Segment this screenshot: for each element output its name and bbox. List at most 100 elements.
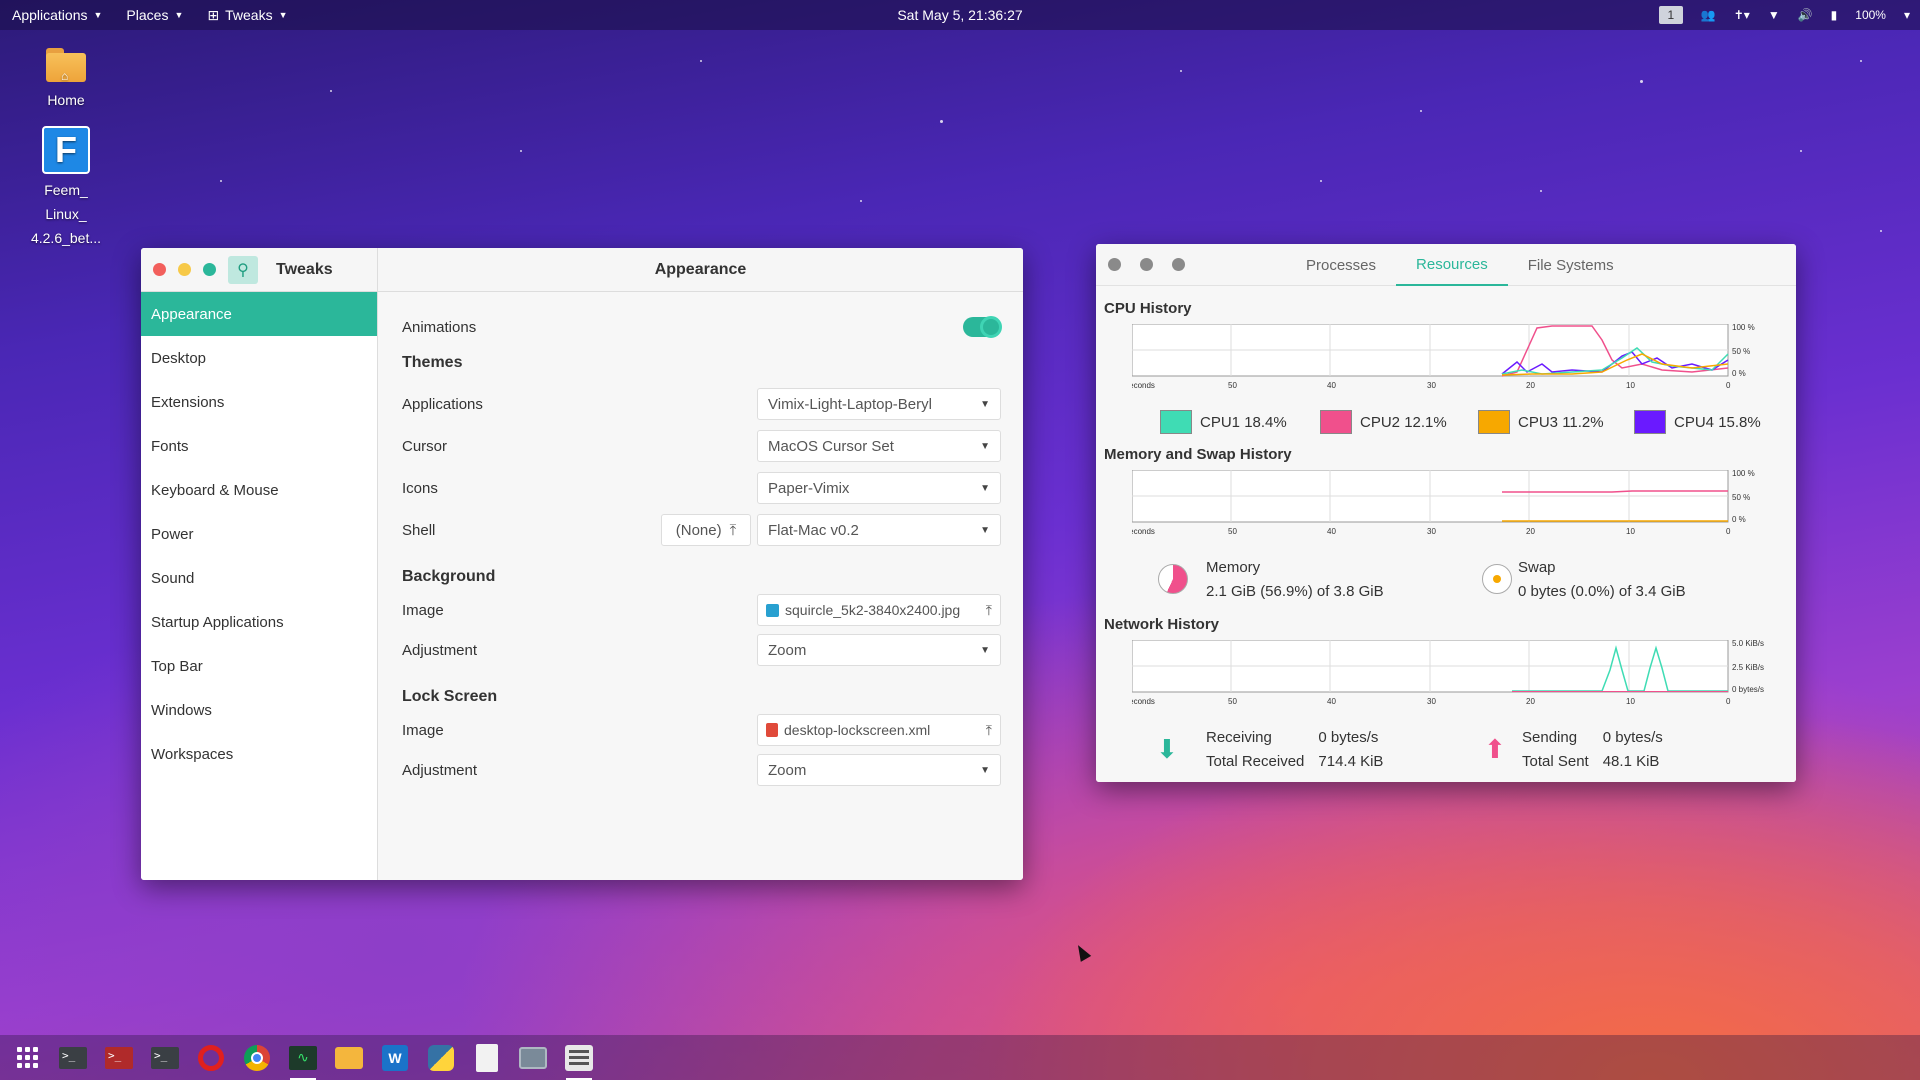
sidebar-item-fonts[interactable]: Fonts [141, 424, 377, 468]
cpu4-legend[interactable]: CPU4 15.8% [1634, 410, 1761, 434]
x-tick-label: 50 [1228, 381, 1237, 390]
maximize-button[interactable] [203, 263, 216, 276]
user-switch-icon[interactable]: 👥 [1701, 8, 1716, 22]
x-tick-label: 50 [1228, 527, 1237, 536]
files-icon[interactable] [332, 1041, 366, 1075]
x-tick-label: 30 [1427, 527, 1436, 536]
close-button[interactable] [1108, 258, 1121, 271]
sidebar-item-startup-applications[interactable]: Startup Applications [141, 600, 377, 644]
search-button[interactable]: ⚲ [228, 255, 258, 284]
applications-menu[interactable]: Applications ▼ [0, 0, 114, 30]
terminal-icon[interactable]: >_ [56, 1041, 90, 1075]
y-tick-label: 0 bytes/s [1732, 685, 1764, 694]
search-icon: ⚲ [237, 261, 249, 279]
minimize-button[interactable] [1140, 258, 1153, 271]
sidebar-item-power[interactable]: Power [141, 512, 377, 556]
shell-file-button[interactable]: (None) ⤒ [661, 514, 751, 546]
total-sent-label: Total Sent [1522, 753, 1589, 770]
memory-history-graph: 100 % 50 % 0 % 60 seconds 50 40 30 20 10… [1132, 470, 1755, 536]
sidebar-item-workspaces[interactable]: Workspaces [141, 732, 377, 776]
animations-toggle[interactable] [963, 316, 1002, 338]
shell-theme-dropdown[interactable]: Flat-Mac v0.2 ▼ [757, 514, 1001, 546]
applications-theme-label: Applications [402, 395, 483, 413]
tab-processes[interactable]: Processes [1286, 244, 1396, 286]
cpu3-color-swatch[interactable] [1478, 410, 1510, 434]
tweaks-content: Animations Themes Applications Vimix-Lig… [378, 292, 1023, 880]
tweaks-icon[interactable] [562, 1041, 596, 1080]
memory-pie-icon[interactable] [1158, 564, 1188, 594]
app-title: Tweaks [276, 260, 333, 278]
battery-icon[interactable]: ▮ [1831, 8, 1838, 22]
receiving-label: Receiving [1206, 729, 1272, 746]
cpu2-legend[interactable]: CPU2 12.1% [1320, 410, 1447, 434]
y-tick-label: 50 % [1732, 493, 1750, 502]
sidebar-item-appearance[interactable]: Appearance [141, 292, 377, 336]
cpu2-label: CPU2 [1360, 413, 1401, 431]
sidebar-item-sound[interactable]: Sound [141, 556, 377, 600]
workspace-indicator[interactable]: 1 [1658, 6, 1683, 24]
text-editor-icon[interactable] [470, 1041, 504, 1075]
dropdown-value: Zoom [768, 761, 807, 779]
sysmon-titlebar[interactable]: Processes Resources File Systems [1096, 244, 1796, 286]
tab-file-systems[interactable]: File Systems [1508, 244, 1634, 286]
screenshot-icon[interactable] [516, 1041, 550, 1075]
app-menu[interactable]: ⊞ Tweaks ▼ [195, 0, 299, 30]
network-history-title: Network History [1104, 616, 1220, 633]
swap-label: Swap [1518, 559, 1556, 576]
sidebar-item-windows[interactable]: Windows [141, 688, 377, 732]
x-tick-label: 40 [1327, 697, 1336, 706]
places-menu[interactable]: Places ▼ [114, 0, 195, 30]
tab-resources[interactable]: Resources [1396, 244, 1508, 286]
cpu2-color-swatch[interactable] [1320, 410, 1352, 434]
system-menu-chevron-icon[interactable]: ▾ [1904, 8, 1910, 22]
sidebar-item-keyboard-mouse[interactable]: Keyboard & Mouse [141, 468, 377, 512]
background-adjustment-label: Adjustment [402, 641, 478, 659]
cpu3-legend[interactable]: CPU3 11.2% [1478, 410, 1604, 434]
page-title: Appearance [654, 260, 747, 278]
lock-image-button[interactable]: desktop-lockscreen.xml ⤒ [757, 714, 1001, 746]
icons-theme-dropdown[interactable]: Paper-Vimix ▼ [757, 472, 1001, 504]
swap-pie-icon[interactable] [1482, 564, 1512, 594]
wifi-icon[interactable]: ▼ [1768, 8, 1780, 22]
sidebar-item-desktop[interactable]: Desktop [141, 336, 377, 380]
tweaks-titlebar[interactable]: ⚲ Tweaks Appearance [141, 248, 1023, 292]
memory-value: 2.1 GiB (56.9%) of 3.8 GiB [1206, 583, 1384, 600]
lock-image-filename: desktop-lockscreen.xml [784, 722, 931, 738]
lock-adjustment-dropdown[interactable]: Zoom ▼ [757, 754, 1001, 786]
cpu4-color-swatch[interactable] [1634, 410, 1666, 434]
receiving-arrow-icon[interactable]: ⬇ [1156, 734, 1178, 764]
background-image-button[interactable]: squircle_5k2-3840x2400.jpg ⤒ [757, 594, 1001, 626]
close-button[interactable] [153, 263, 166, 276]
sidebar-item-extensions[interactable]: Extensions [141, 380, 377, 424]
accessibility-icon[interactable]: ✝▾ [1734, 8, 1750, 22]
x-tick-label: 0 [1726, 527, 1731, 536]
desktop-icon-feem[interactable]: F Feem_ Linux_ 4.2.6_bet... [16, 126, 116, 250]
volume-icon[interactable]: 🔊 [1798, 8, 1813, 22]
sidebar-item-top-bar[interactable]: Top Bar [141, 644, 377, 688]
applications-menu-label: Applications [12, 7, 88, 23]
maximize-button[interactable] [1172, 258, 1185, 271]
tweaks-app-icon: ⊞ [207, 6, 220, 23]
terminal-red-icon[interactable]: >_ [102, 1041, 136, 1075]
terminal-dark-icon[interactable]: >_ [148, 1041, 182, 1075]
opera-icon[interactable] [194, 1041, 228, 1075]
writer-icon[interactable]: W [378, 1041, 412, 1075]
background-image-filename: squircle_5k2-3840x2400.jpg [785, 602, 961, 618]
cursor-theme-dropdown[interactable]: MacOS Cursor Set ▼ [757, 430, 1001, 462]
x-tick-label: 10 [1626, 381, 1635, 390]
desktop-icon-home[interactable]: ⌂ Home [16, 48, 116, 112]
python-icon[interactable] [424, 1041, 458, 1075]
sending-arrow-icon[interactable]: ⬆ [1484, 734, 1506, 764]
x-tick-label: 60 seconds [1132, 697, 1155, 706]
app-grid-icon[interactable] [10, 1041, 44, 1075]
memory-label: Memory [1206, 559, 1261, 576]
clock[interactable]: Sat May 5, 21:36:27 [897, 7, 1022, 23]
chrome-icon[interactable] [240, 1041, 274, 1075]
minimize-button[interactable] [178, 263, 191, 276]
applications-theme-dropdown[interactable]: Vimix-Light-Laptop-Beryl ▼ [757, 388, 1001, 420]
animations-label: Animations [402, 318, 477, 336]
system-monitor-icon[interactable]: ∿ [286, 1041, 320, 1080]
cpu1-legend[interactable]: CPU1 18.4% [1160, 410, 1287, 434]
cpu1-color-swatch[interactable] [1160, 410, 1192, 434]
background-adjustment-dropdown[interactable]: Zoom ▼ [757, 634, 1001, 666]
